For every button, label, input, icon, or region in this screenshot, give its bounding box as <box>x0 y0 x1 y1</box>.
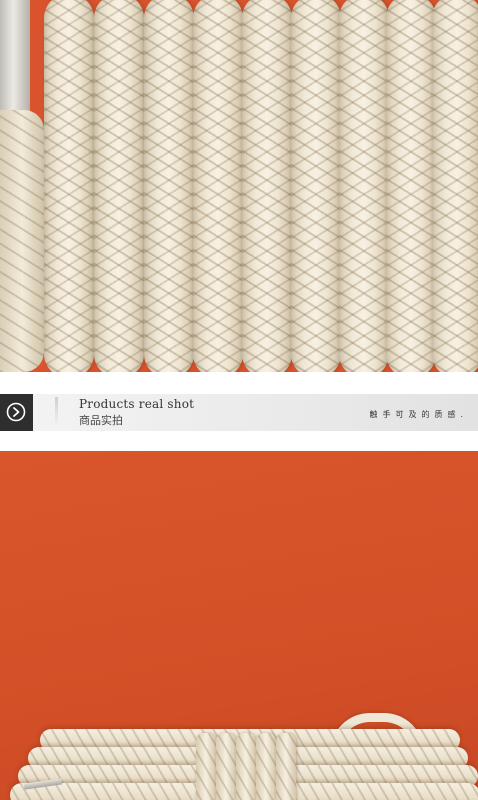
play-arrow-circle-icon <box>6 402 26 422</box>
rope-strand <box>386 0 436 372</box>
rope-strand <box>94 0 144 372</box>
rope-strand <box>242 0 292 372</box>
product-photo-coiled-rope <box>0 451 478 800</box>
product-photo-braided-rope-closeup <box>0 0 478 372</box>
rope-wrap-band <box>256 733 276 800</box>
banner-divider <box>55 397 58 425</box>
metal-wire-core <box>0 0 30 120</box>
rope-strand <box>291 0 341 372</box>
rope-wrap-band <box>236 733 256 800</box>
rope-sleeve-end <box>0 110 44 372</box>
section-banner: Products real shot 商品实拍 触手可及的质感. <box>0 394 478 431</box>
rope-wrap-band <box>276 733 296 800</box>
rope-strand <box>432 0 478 372</box>
rope-wrap-band <box>196 733 216 800</box>
rope-strand <box>44 0 94 372</box>
rope-strand <box>339 0 389 372</box>
banner-title: Products real shot <box>79 397 195 411</box>
rope-strand <box>144 0 194 372</box>
rope-strand <box>193 0 243 372</box>
banner-subtitle: 商品实拍 <box>79 414 123 427</box>
banner-icon-box <box>0 394 33 431</box>
rope-wrap-band <box>216 733 236 800</box>
banner-tagline: 触手可及的质感. <box>369 410 468 419</box>
